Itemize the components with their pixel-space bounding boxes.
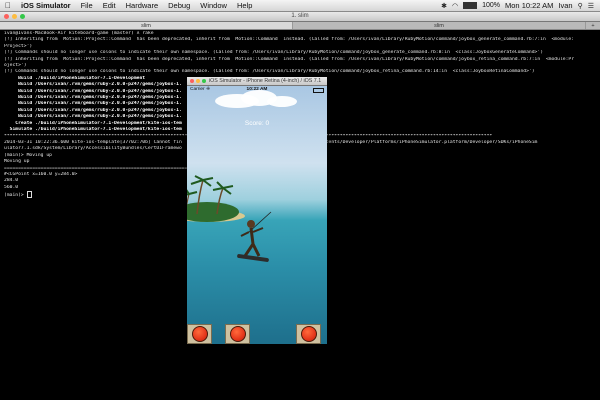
- terminal-line-text: [!] Inheriting from `Motion::Project::Co…: [4, 56, 575, 62]
- terminal-line-text: ivan@Ivans-MacBook-Air kiteboard-game (m…: [4, 31, 154, 36]
- red-circle-icon: [191, 326, 208, 342]
- spotlight-icon[interactable]: ⚲: [578, 2, 583, 10]
- bluetooth-icon[interactable]: ✱: [441, 2, 447, 10]
- terminal-line-text: [!] Commands should no longer use colons…: [4, 69, 535, 75]
- tab-slim-2[interactable]: slim: [293, 22, 586, 29]
- terminal-line-text: (main)>: [4, 193, 27, 199]
- control-button-middle[interactable]: [225, 324, 250, 344]
- terminal-line-text: Project>'): [4, 43, 33, 49]
- tab-slim-1[interactable]: slim: [0, 22, 293, 29]
- terminal-line: [!] Inheriting from `Motion::Project::Co…: [4, 57, 596, 63]
- terminal-line: [!] Inheriting from `Motion::Project::Co…: [4, 37, 596, 43]
- terminal-line-text: oject>'): [4, 63, 27, 69]
- red-circle-icon: [300, 326, 317, 342]
- terminal-title: 1. slim: [291, 13, 309, 19]
- terminal-line-text: Simulate ./build/iPhoneSimulator-7.1-Dev…: [4, 127, 182, 133]
- terminal-line-text: [!] Commands should no longer use colons…: [4, 50, 544, 56]
- battery-percent: 100%: [482, 2, 501, 9]
- terminal-line-text: 560.0: [4, 184, 19, 190]
- new-tab-button[interactable]: +: [586, 22, 600, 29]
- menubar-clock[interactable]: Mon 10:22 AM: [505, 1, 553, 10]
- terminal-line-text: #<CGPoint x=160.0 y=284.0>: [4, 171, 78, 177]
- control-button-right[interactable]: [296, 324, 321, 344]
- menu-app-ios-simulator[interactable]: iOS Simulator: [16, 1, 76, 10]
- terminal-line-text: Build /Users/ivan/.rvm/gems/ruby-2.0.0-p…: [4, 95, 182, 101]
- menu-window[interactable]: Window: [195, 1, 232, 10]
- terminal-line-text: ========================================…: [4, 165, 188, 171]
- battery-icon[interactable]: [463, 2, 478, 9]
- simulator-zoom-button[interactable]: [202, 79, 206, 83]
- terminal-line-text: Build ./build/iPhoneSimulator-7.1-Develo…: [4, 75, 146, 81]
- terminal-line-text: ulator7.1.sdk/System/Library/Accessibili…: [4, 146, 182, 152]
- apple-icon[interactable]: : [0, 1, 16, 10]
- menubar-user[interactable]: Ivan: [558, 1, 572, 10]
- cloud: [267, 96, 297, 107]
- terminal-line-text: Build /Users/ivan/.rvm/gems/ruby-2.0.0-p…: [4, 107, 182, 113]
- terminal-line-text: 284.0: [4, 178, 19, 184]
- terminal-line-text: Build /Users/ivan/.rvm/gems/ruby-2.0.0-p…: [4, 82, 182, 88]
- terminal-line-text: Moving up: [4, 159, 30, 165]
- simulator-title: iOS Simulator - iPhone Retina (4-inch) /…: [209, 78, 322, 84]
- status-tray: ✱ ◠ 100% Mon 10:22 AM Ivan ⚲ ☰: [441, 1, 600, 10]
- ios-battery-icon: [313, 88, 324, 93]
- ios-status-bar: Carrier ⁜ 10:22 AM: [187, 86, 327, 94]
- battery-level: [464, 3, 477, 8]
- terminal-line-text: Build /Users/ivan/.rvm/gems/ruby-2.0.0-p…: [4, 88, 182, 94]
- kiteboarder-sprite: [237, 211, 272, 262]
- menu-debug[interactable]: Debug: [163, 1, 195, 10]
- terminal-line-text: Build /Users/ivan/.rvm/gems/ruby-2.0.0-p…: [4, 114, 182, 120]
- game-screen[interactable]: Carrier ⁜ 10:22 AM Score: 0: [187, 86, 327, 344]
- menu-file[interactable]: File: [76, 1, 98, 10]
- simulator-minimize-button[interactable]: [196, 79, 200, 83]
- control-button-left[interactable]: [187, 324, 212, 344]
- terminal-titlebar[interactable]: 1. slim: [0, 12, 600, 22]
- terminal-line-text: Build /Users/ivan/.rvm/gems/ruby-2.0.0-p…: [4, 101, 182, 107]
- status-time: 10:22 AM: [246, 87, 268, 92]
- terminal-line-text: Create ./build/iPhoneSimulator-7.1-Devel…: [4, 120, 182, 126]
- terminal-line-text: (main)> Moving up: [4, 152, 52, 158]
- red-circle-icon: [229, 326, 246, 342]
- wifi-icon[interactable]: ◠: [452, 2, 458, 10]
- menu-help[interactable]: Help: [232, 1, 257, 10]
- simulator-titlebar[interactable]: iOS Simulator - iPhone Retina (4-inch) /…: [187, 77, 327, 86]
- notification-center-icon[interactable]: ☰: [588, 2, 594, 10]
- ios-simulator-window: iOS Simulator - iPhone Retina (4-inch) /…: [187, 77, 327, 344]
- menu-hardware[interactable]: Hardware: [121, 1, 164, 10]
- simulator-window-controls: [190, 79, 206, 83]
- score-label: Score: 0: [244, 120, 270, 127]
- terminal-tab-bar: slim slim +: [0, 22, 600, 30]
- simulator-close-button[interactable]: [190, 79, 194, 83]
- terminal-cursor: [26, 191, 32, 199]
- terminal-line-text: [!] Inheriting from `Motion::Project::Co…: [4, 37, 575, 43]
- menu-bar:  iOS Simulator File Edit Hardware Debug…: [0, 0, 600, 12]
- menu-edit[interactable]: Edit: [98, 1, 121, 10]
